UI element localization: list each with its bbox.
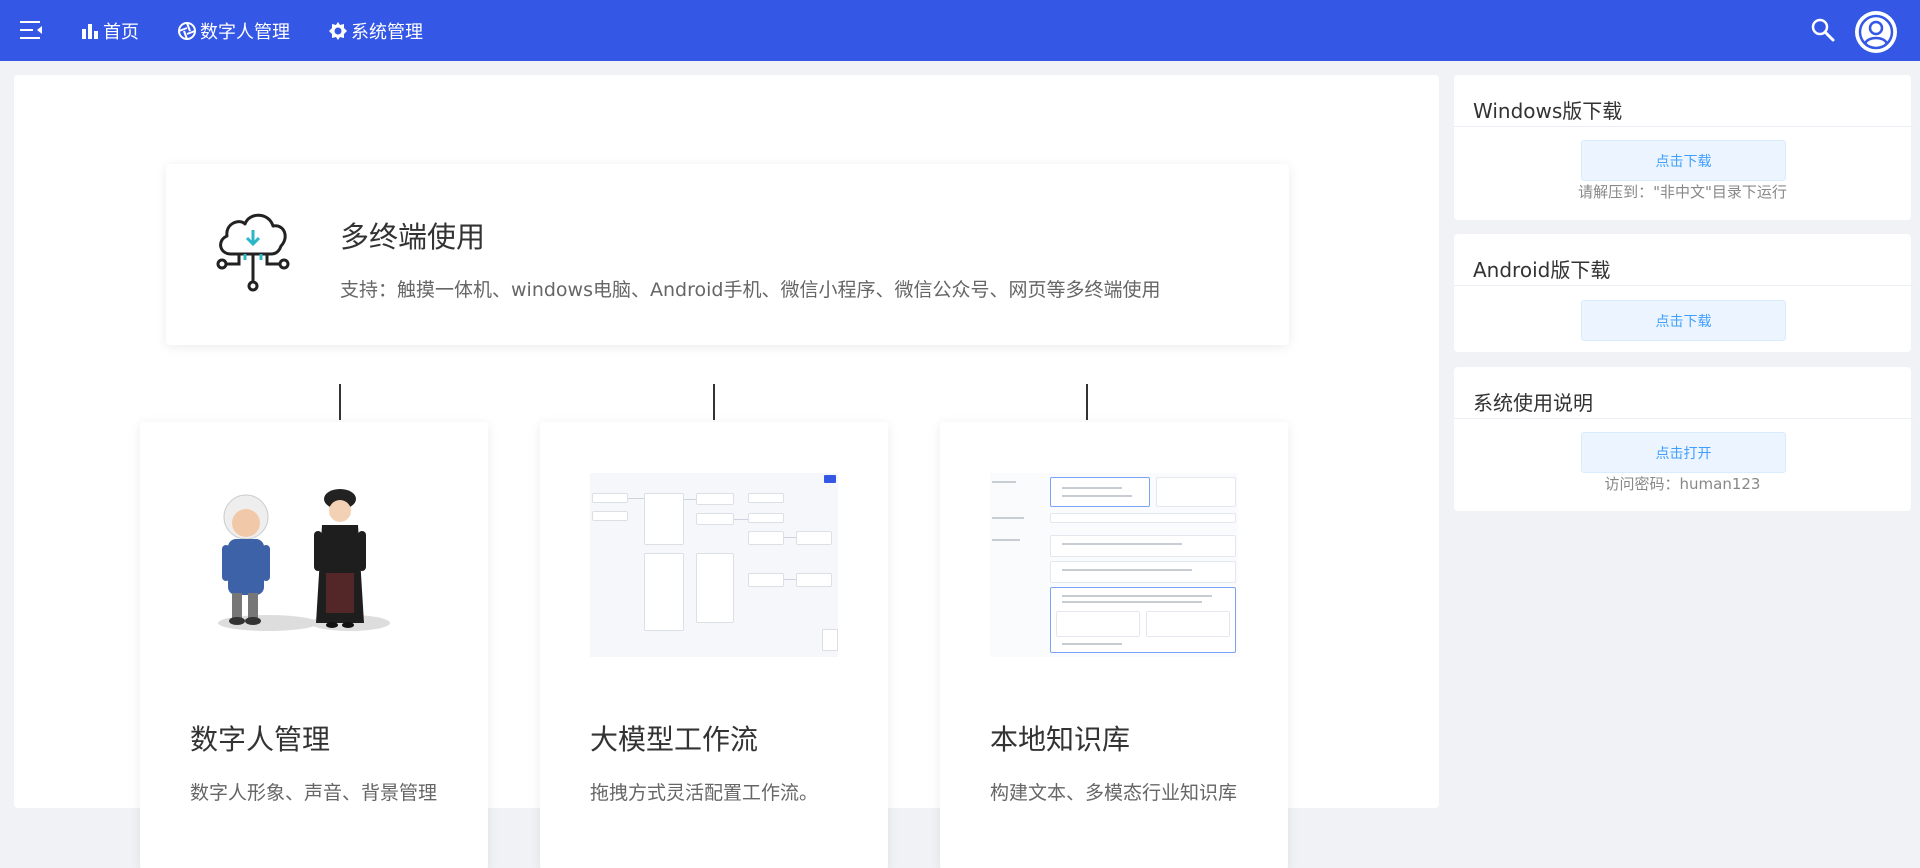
divider — [1454, 126, 1911, 127]
divider — [1454, 418, 1911, 419]
divider — [1454, 285, 1911, 286]
android-download-panel: Android版下载 点击下载 — [1454, 234, 1911, 352]
android-download-button[interactable]: 点击下载 — [1581, 300, 1786, 341]
hero-description: 支持：触摸一体机、windows电脑、Android手机、微信小程序、微信公众号… — [340, 279, 1161, 301]
card-description: 数字人形象、声音、背景管理 — [190, 782, 438, 804]
nav-item-system[interactable]: 系统管理 — [328, 18, 423, 44]
card-knowledge-base[interactable]: 本地知识库 构建文本、多模态行业知识库 — [940, 422, 1288, 868]
aperture-icon — [178, 21, 196, 40]
digital-human-image — [190, 473, 438, 657]
hero-title: 多终端使用 — [340, 220, 486, 254]
main-panel: 多终端使用 支持：触摸一体机、windows电脑、Android手机、微信小程序… — [14, 75, 1439, 868]
manual-panel: 系统使用说明 点击打开 访问密码：human123 — [1454, 367, 1911, 511]
nav-item-home[interactable]: 首页 — [80, 18, 139, 44]
search-icon[interactable] — [1810, 17, 1836, 43]
cloud-download-icon — [215, 208, 291, 292]
bar-chart-icon — [82, 23, 98, 39]
main-nav: 首页 数字人管理 系统管理 — [80, 0, 461, 61]
panel-title: Windows版下载 — [1473, 99, 1623, 123]
panel-title: Android版下载 — [1473, 258, 1611, 282]
windows-note: 请解压到："非中文"目录下运行 — [1578, 183, 1787, 201]
nav-label-system: 系统管理 — [351, 21, 423, 43]
nav-item-digital-human[interactable]: 数字人管理 — [177, 18, 290, 44]
user-icon — [1858, 14, 1894, 50]
manual-password-note: 访问密码：human123 — [1604, 475, 1761, 493]
nav-label-digital-human: 数字人管理 — [200, 21, 290, 43]
card-title: 大模型工作流 — [590, 723, 759, 756]
gear-icon — [329, 21, 347, 40]
card-workflow[interactable]: 大模型工作流 拖拽方式灵活配置工作流。 — [540, 422, 888, 868]
connector-line — [1086, 384, 1088, 420]
menu-toggle-icon[interactable] — [20, 19, 44, 41]
card-description: 构建文本、多模态行业知识库 — [990, 782, 1238, 804]
card-title: 本地知识库 — [990, 723, 1131, 756]
connector-line — [339, 384, 341, 420]
knowledge-base-screenshot — [990, 473, 1238, 657]
user-avatar[interactable] — [1855, 11, 1897, 53]
hero-card: 多终端使用 支持：触摸一体机、windows电脑、Android手机、微信小程序… — [166, 164, 1289, 345]
windows-download-panel: Windows版下载 点击下载 请解压到："非中文"目录下运行 — [1454, 75, 1911, 220]
workflow-screenshot — [590, 473, 838, 657]
connector-line — [713, 384, 715, 420]
manual-open-button[interactable]: 点击打开 — [1581, 432, 1786, 473]
card-digital-human[interactable]: 数字人管理 数字人形象、声音、背景管理 — [140, 422, 488, 868]
windows-download-button[interactable]: 点击下载 — [1581, 140, 1786, 181]
top-navbar: 首页 数字人管理 系统管理 — [0, 0, 1920, 61]
nav-label-home: 首页 — [103, 21, 139, 43]
panel-title: 系统使用说明 — [1473, 391, 1593, 415]
card-description: 拖拽方式灵活配置工作流。 — [590, 782, 819, 804]
card-title: 数字人管理 — [190, 723, 331, 756]
